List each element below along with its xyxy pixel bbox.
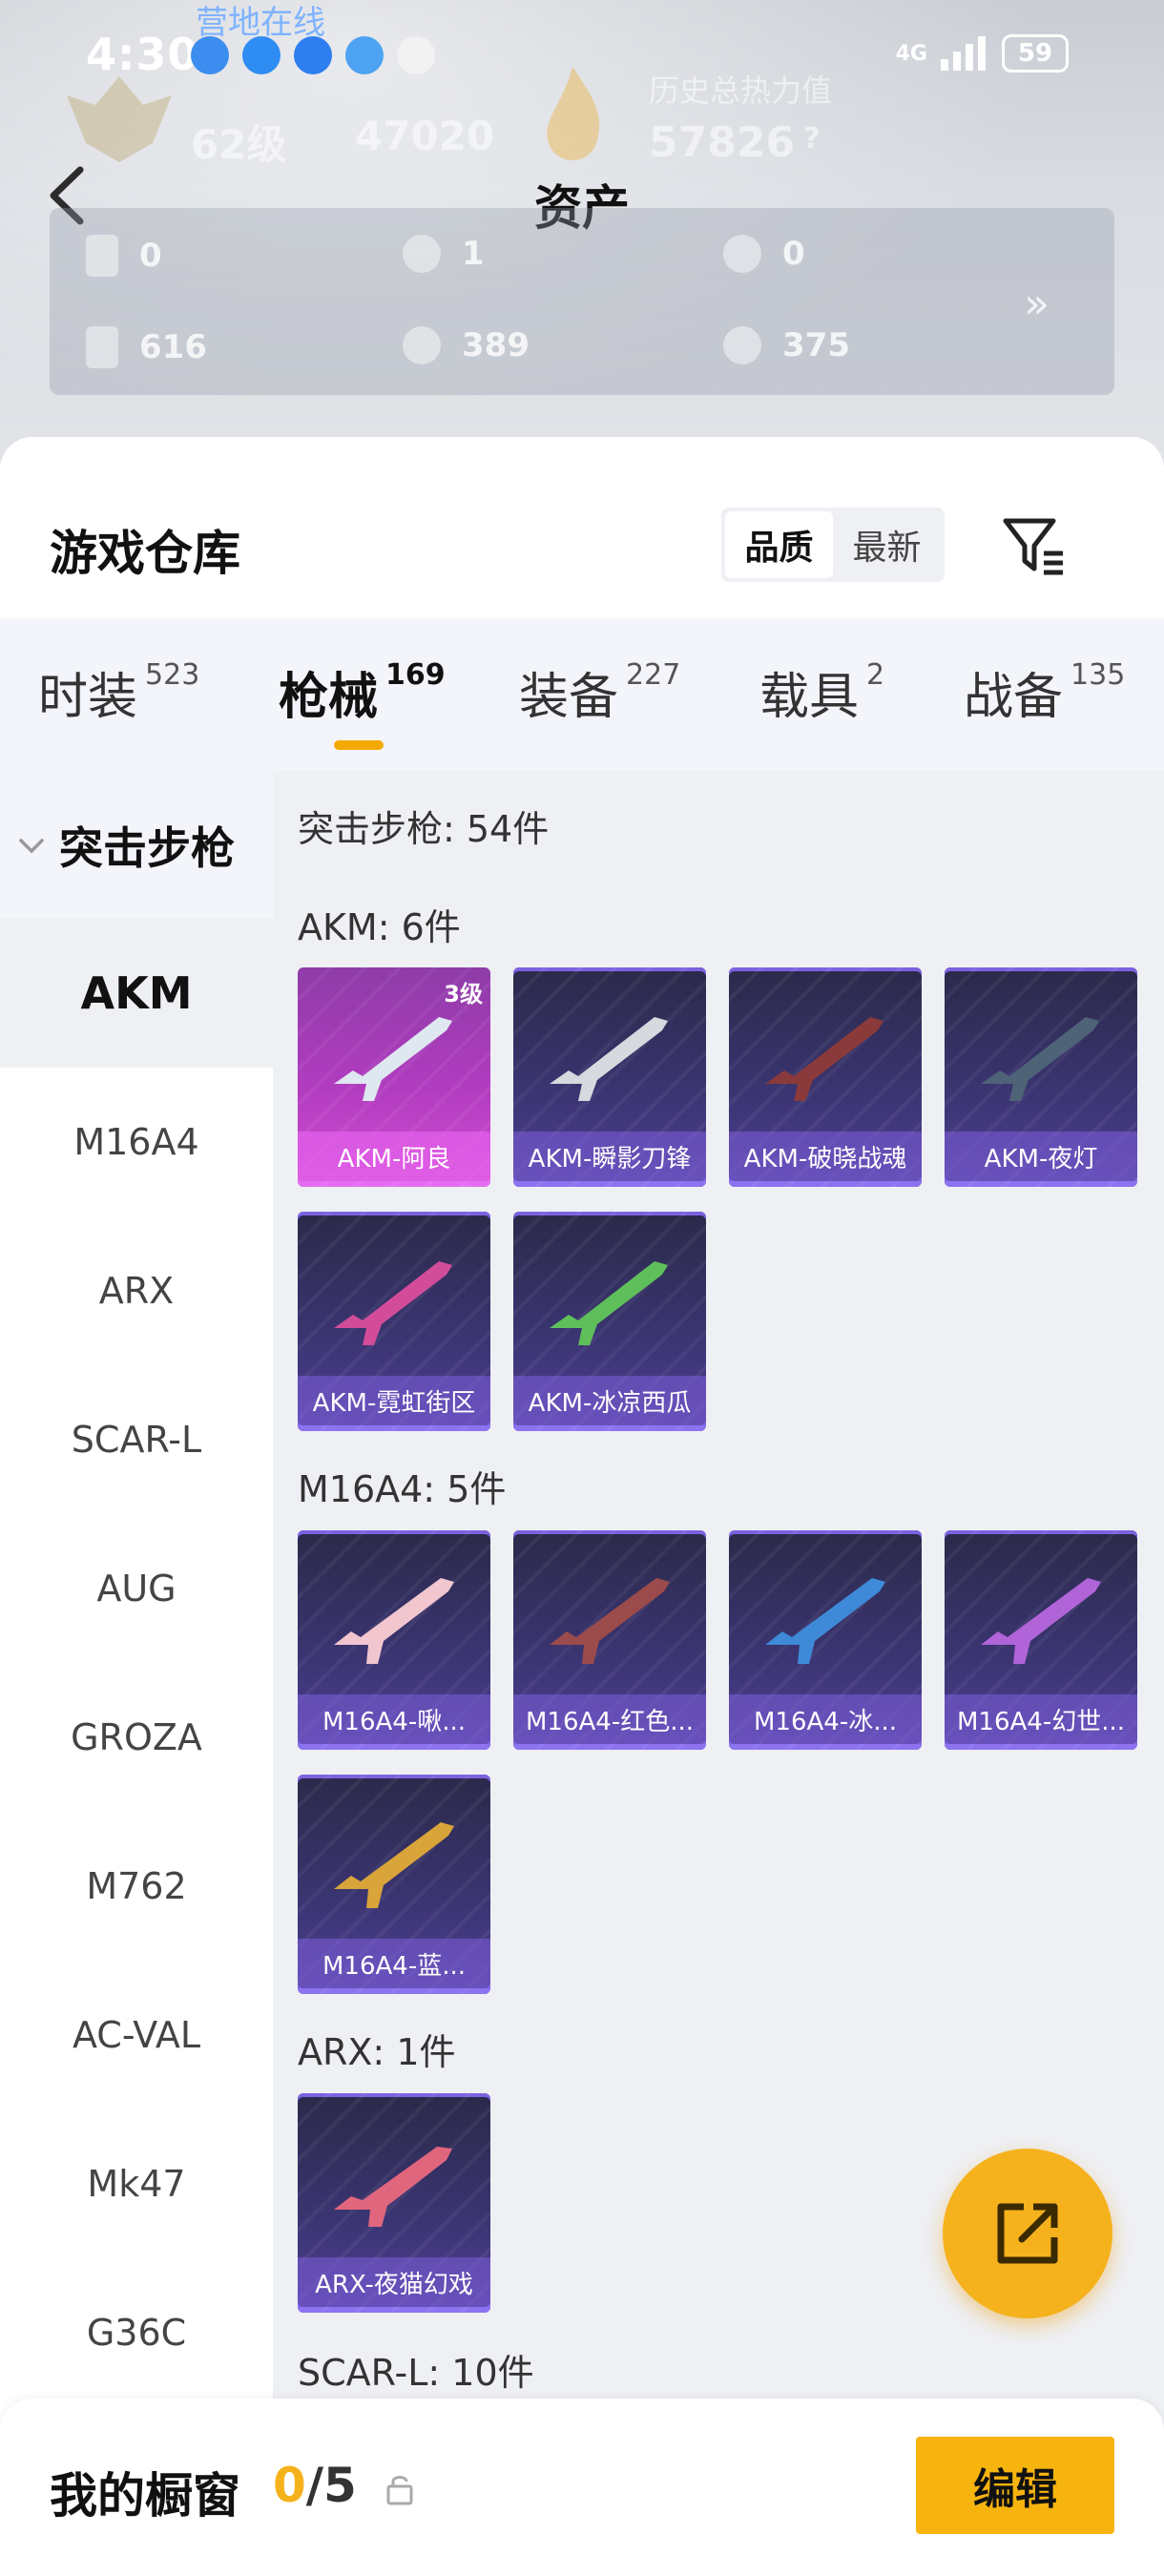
weather-icon xyxy=(345,36,384,74)
weapon-card[interactable]: ARX-夜猫幻戏 xyxy=(298,2093,490,2313)
asset-bronze: 375 xyxy=(723,326,850,364)
bronze-coin-icon xyxy=(723,326,761,364)
weapon-card[interactable]: M16A4-冰... xyxy=(729,1530,922,1750)
rifle-icon xyxy=(765,1017,883,1101)
rifle-icon xyxy=(334,1261,452,1345)
signal-icon xyxy=(941,36,986,71)
sort-toggle: 品质 最新 xyxy=(721,508,945,582)
share-button[interactable] xyxy=(943,2149,1112,2318)
asset-medal: 389 xyxy=(403,326,530,364)
category-item-akm[interactable]: AKM xyxy=(0,919,273,1068)
section-title-m16a4: M16A4: 5件 xyxy=(298,1468,507,1510)
profile-level: 62级 xyxy=(191,121,287,168)
category-tabs: 时装 523 枪械 169 装备 227 载具 2 战备 135 xyxy=(0,618,1164,771)
tab-equipment[interactable]: 装备 227 xyxy=(519,656,680,728)
weapon-card[interactable]: AKM-夜灯 xyxy=(945,967,1137,1187)
category-item-m762[interactable]: M762 xyxy=(0,1812,273,1961)
profile-background: 营地在线 4:30 4G 59 62级 47020 历史总热力值 57826 ?… xyxy=(0,0,1164,477)
section-title-akm: AKM: 6件 xyxy=(298,906,461,948)
weapon-card[interactable]: M16A4-红色... xyxy=(513,1530,706,1750)
weapon-card[interactable]: AKM-冰凉西瓜 xyxy=(513,1212,706,1431)
weapon-card[interactable]: AKM-霓虹街区 xyxy=(298,1212,490,1431)
lock-icon xyxy=(386,2476,413,2505)
weapon-card[interactable]: M16A4-蓝... xyxy=(298,1775,490,1994)
chevron-down-icon xyxy=(19,838,44,853)
active-tab-indicator xyxy=(334,740,384,750)
rifle-icon xyxy=(550,1017,668,1101)
showcase-title: 我的橱窗 xyxy=(50,2468,240,2524)
coin-gold-icon xyxy=(723,235,761,273)
category-item-groza[interactable]: GROZA xyxy=(0,1663,273,1812)
rank-emblem-icon xyxy=(67,76,172,162)
notification-icons xyxy=(191,36,435,74)
section-title-scar-l: SCAR-L: 10件 xyxy=(298,2352,534,2394)
sort-newest[interactable]: 最新 xyxy=(833,511,941,578)
message-icon xyxy=(242,36,281,74)
tab-fashion[interactable]: 时装 523 xyxy=(38,656,199,728)
warehouse-title: 游戏仓库 xyxy=(50,526,240,581)
category-item-mk47[interactable]: Mk47 xyxy=(0,2109,273,2258)
ticket-icon xyxy=(86,326,118,368)
flame-icon xyxy=(547,67,600,160)
heat-value: 57826 xyxy=(649,118,796,167)
rifle-icon xyxy=(981,1017,1099,1101)
tab-vehicles[interactable]: 载具 2 xyxy=(759,656,884,728)
weapon-card[interactable]: AKM-破晓战魂 xyxy=(729,967,922,1187)
coin-silver-icon xyxy=(403,235,441,273)
filter-icon[interactable] xyxy=(1000,511,1067,578)
category-item-arx[interactable]: ARX xyxy=(0,1216,273,1365)
network-label: 4G xyxy=(895,41,927,66)
asset-gold-coin: 0 xyxy=(723,235,805,273)
profile-points: 47020 xyxy=(355,113,495,159)
asset-card: 0 xyxy=(86,235,162,277)
showcase-bar: 我的橱窗 0/5 编辑 xyxy=(0,2399,1164,2576)
sort-quality[interactable]: 品质 xyxy=(725,511,833,578)
section-title-arx: ARX: 1件 xyxy=(298,2031,456,2073)
bulb-icon xyxy=(294,36,332,74)
asset-silver-coin: 1 xyxy=(403,235,485,273)
category-item-scar-l[interactable]: SCAR-L xyxy=(0,1365,273,1514)
showcase-count: 0/5 xyxy=(273,2458,357,2513)
weapon-card[interactable]: M16A4-啾... xyxy=(298,1530,490,1750)
weapon-card[interactable]: AKM-瞬影刀锋 xyxy=(513,967,706,1187)
asset-ticket: 616 xyxy=(86,326,207,368)
rifle-icon xyxy=(550,1261,668,1345)
assets-more-icon[interactable]: » xyxy=(1024,280,1050,328)
tab-guns[interactable]: 枪械 169 xyxy=(279,656,446,728)
card-icon xyxy=(86,235,118,277)
rifle-icon xyxy=(550,1578,670,1664)
tab-battle-prep[interactable]: 战备 135 xyxy=(964,656,1125,728)
category-item-aug[interactable]: AUG xyxy=(0,1514,273,1663)
rifle-icon xyxy=(334,1822,454,1908)
assets-card[interactable]: 0 1 0 616 389 375 » xyxy=(50,208,1114,395)
status-right: 4G 59 xyxy=(896,34,1069,73)
battery-indicator: 59 xyxy=(1002,34,1069,73)
category-item-m16a4[interactable]: M16A4 xyxy=(0,1068,273,1216)
heat-label: 历史总热力值 xyxy=(649,73,833,109)
weapon-category-nav: 突击步枪 AKM M16A4 ARX SCAR-L AUG GROZA M762… xyxy=(0,771,273,2576)
rifle-icon xyxy=(765,1578,885,1664)
category-summary: 突击步枪: 54件 xyxy=(298,808,550,850)
category-item-ac-val[interactable]: AC-VAL xyxy=(0,1961,273,2109)
category-item-g36c[interactable]: G36C xyxy=(0,2258,273,2407)
weapon-card[interactable]: M16A4-幻世... xyxy=(945,1530,1137,1750)
edit-button[interactable]: 编辑 xyxy=(916,2437,1114,2534)
category-header[interactable]: 突击步枪 xyxy=(0,771,273,919)
rifle-icon xyxy=(981,1578,1101,1664)
calendar-icon xyxy=(397,36,435,74)
share-icon xyxy=(997,2203,1058,2264)
medal-icon xyxy=(403,326,441,364)
rifle-icon xyxy=(334,2147,452,2227)
heat-help: ? xyxy=(803,122,821,156)
weapon-card[interactable]: 3级 AKM-阿良 xyxy=(298,967,490,1187)
browser-icon xyxy=(191,36,229,74)
rifle-icon xyxy=(334,1578,454,1664)
